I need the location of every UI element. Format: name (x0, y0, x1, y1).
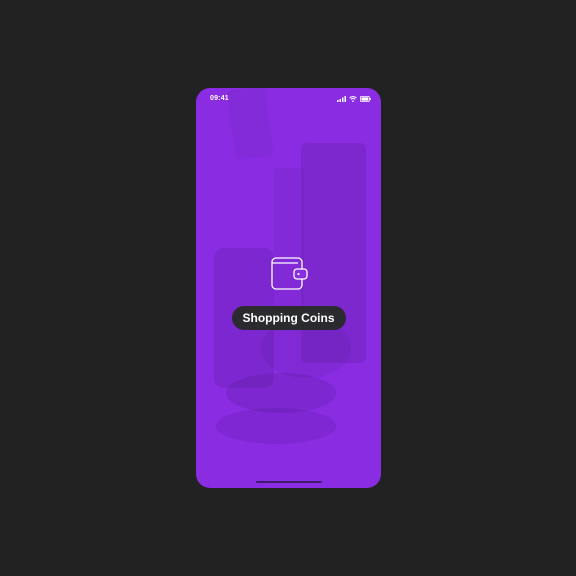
app-name-badge: Shopping Coins (231, 306, 346, 330)
signal-icon (337, 96, 346, 102)
canvas: 09:41 Shopping Coins (0, 0, 576, 576)
wallet-icon (270, 256, 308, 292)
status-icons (337, 96, 371, 102)
background-coin (226, 373, 336, 413)
phone-screen: 09:41 Shopping Coins (196, 88, 381, 488)
status-time: 09:41 (210, 95, 229, 102)
status-bar: 09:41 (196, 88, 381, 110)
background-coin (216, 408, 336, 444)
splash-content: Shopping Coins (196, 256, 381, 330)
battery-icon (360, 96, 371, 102)
home-indicator[interactable] (256, 481, 322, 483)
wifi-icon (349, 96, 357, 102)
